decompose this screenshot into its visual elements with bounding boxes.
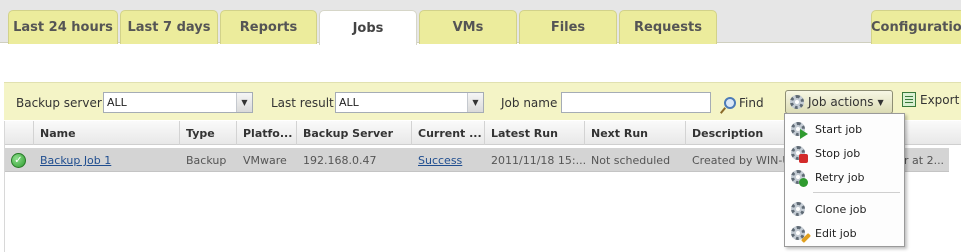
export-button[interactable]: Export	[902, 92, 959, 107]
cell-description-tail: r at 2...	[904, 154, 945, 167]
cell-name[interactable]: Backup Job 1	[34, 148, 180, 172]
column-name[interactable]: Name	[34, 121, 180, 145]
export-label: Export	[920, 92, 960, 107]
last-result-value: ALL	[339, 96, 359, 109]
edit-job-icon	[791, 225, 811, 243]
cell-latest-run: 2011/11/18 15:...	[491, 154, 585, 167]
retry-job-icon	[791, 169, 808, 187]
status-link[interactable]: Success	[418, 154, 462, 167]
column-next-run[interactable]: Next Run	[585, 121, 686, 145]
menu-item-label: Retry job	[815, 171, 865, 184]
last-result-label: Last result	[271, 96, 334, 110]
cell-backup-server: 192.168.0.47	[303, 154, 377, 167]
tab-last-7-days[interactable]: Last 7 days	[120, 10, 218, 44]
backup-server-select[interactable]: ALL ▼	[103, 92, 253, 113]
tab-reports[interactable]: Reports	[220, 10, 317, 44]
column-current-status[interactable]: Current ...	[412, 121, 485, 145]
column-latest-run[interactable]: Latest Run	[485, 121, 585, 145]
column-type[interactable]: Type	[180, 121, 237, 145]
job-name-label: Job name	[501, 96, 558, 110]
tab-vms[interactable]: VMs	[419, 10, 517, 44]
export-icon	[902, 92, 916, 107]
menu-item-label: Start job	[815, 123, 863, 136]
caret-down-icon: ▼	[877, 97, 884, 107]
job-name-input[interactable]	[561, 92, 711, 113]
menu-item-clone-job[interactable]: Clone job	[785, 198, 904, 221]
menu-item-label: Stop job	[815, 147, 861, 160]
tab-bar: Last 24 hours Last 7 days Reports Jobs V…	[0, 0, 961, 45]
job-actions-menu: Start job Stop job Retry job Clone job E…	[784, 113, 905, 247]
last-result-select[interactable]: ALL ▼	[335, 92, 484, 113]
cell-description: Created by WIN-UC	[692, 154, 796, 167]
chevron-down-icon[interactable]: ▼	[467, 93, 483, 112]
job-actions-label: Job actions	[808, 95, 874, 109]
chevron-down-icon[interactable]: ▼	[236, 93, 252, 112]
cell-type: Backup	[186, 154, 227, 167]
start-job-icon	[791, 121, 808, 139]
column-platform[interactable]: Platfo...	[237, 121, 297, 145]
menu-item-stop-job[interactable]: Stop job	[785, 142, 904, 165]
cell-next-run: Not scheduled	[591, 154, 671, 167]
cell-platform: VMware	[243, 154, 287, 167]
menu-item-start-job[interactable]: Start job	[785, 118, 904, 141]
find-label: Find	[739, 95, 764, 110]
tab-requests[interactable]: Requests	[619, 10, 717, 44]
find-button[interactable]: Find	[724, 92, 764, 113]
menu-item-label: Edit job	[815, 227, 857, 240]
tab-files[interactable]: Files	[519, 10, 617, 44]
cell-current-status[interactable]: Success	[412, 148, 485, 172]
menu-item-label: Clone job	[815, 203, 867, 216]
gear-icon	[790, 95, 804, 109]
tab-configuration[interactable]: Configuration	[871, 10, 961, 44]
success-check-icon: ✓	[11, 153, 26, 168]
column-status[interactable]	[5, 121, 34, 145]
stop-job-icon	[791, 145, 808, 163]
menu-item-retry-job[interactable]: Retry job	[785, 166, 904, 189]
tab-last-24-hours[interactable]: Last 24 hours	[8, 10, 118, 44]
search-icon	[724, 96, 736, 109]
backup-server-label: Backup server	[16, 96, 102, 110]
column-backup-server[interactable]: Backup Server	[297, 121, 412, 145]
job-actions-button[interactable]: Job actions ▼	[785, 90, 893, 114]
job-name-link[interactable]: Backup Job 1	[40, 154, 111, 167]
tab-jobs[interactable]: Jobs	[319, 10, 417, 45]
clone-job-icon	[791, 201, 807, 218]
backup-server-value: ALL	[107, 96, 127, 109]
menu-separator	[813, 192, 900, 193]
menu-item-edit-job[interactable]: Edit job	[785, 222, 904, 245]
